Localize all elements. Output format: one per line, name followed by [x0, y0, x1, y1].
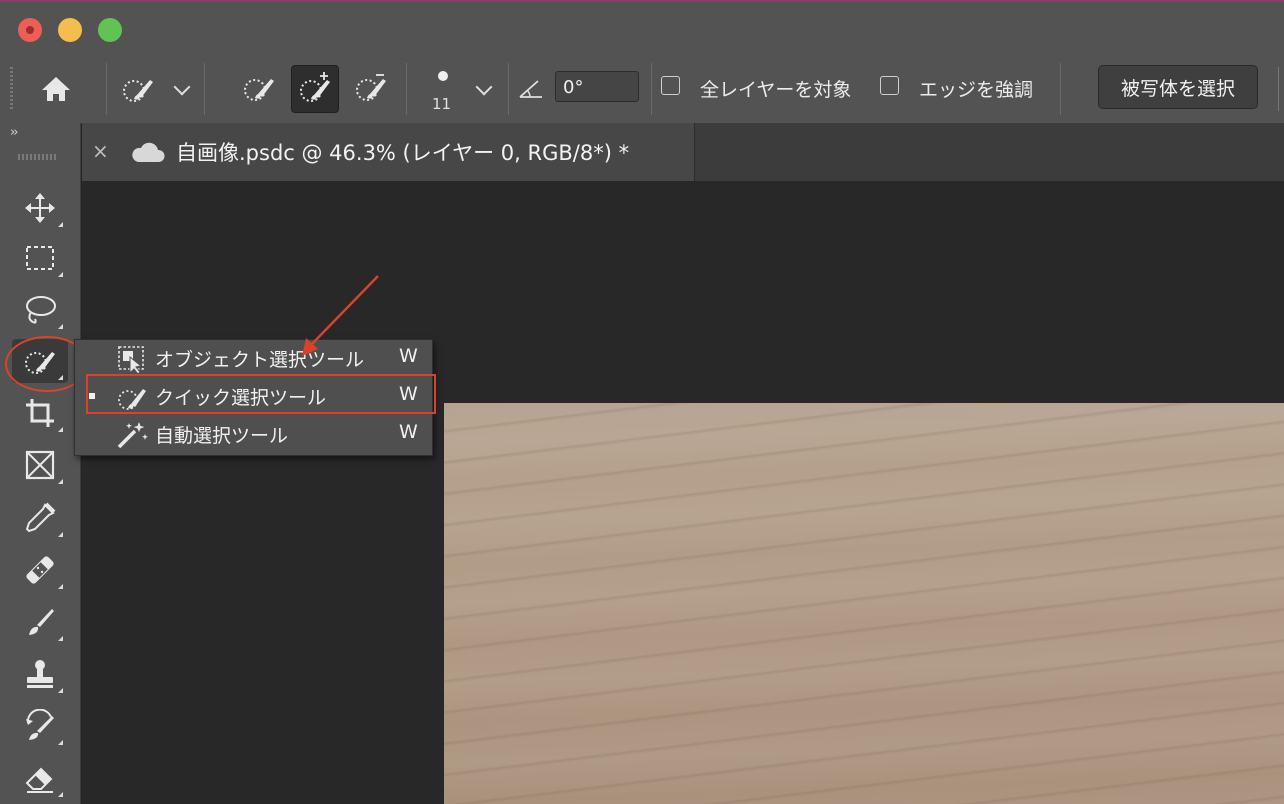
subtract-from-selection-mode-button[interactable] [348, 65, 394, 111]
tools-panel: ›› [0, 123, 81, 804]
healing-brush-tool[interactable] [12, 548, 68, 592]
object-selection-icon [118, 346, 144, 374]
cloud-icon [132, 142, 165, 162]
angle-input[interactable]: 0° [555, 71, 639, 102]
options-separator [1278, 67, 1279, 111]
quick-selection-tool[interactable] [12, 339, 68, 383]
magic-wand-icon [117, 422, 148, 449]
minimize-window-button[interactable] [58, 18, 82, 42]
add-selection-icon [300, 72, 330, 102]
options-separator [1060, 63, 1061, 115]
tools-panel-grip[interactable] [18, 154, 58, 160]
sample-all-layers-label: 全レイヤーを対象 [700, 79, 852, 101]
sample-all-layers-checkbox[interactable] [661, 76, 680, 95]
brush-icon [29, 609, 54, 635]
lasso-icon [26, 296, 56, 324]
frame-tool[interactable] [12, 443, 68, 487]
zoom-window-button[interactable] [98, 18, 122, 42]
quick-selection-icon [118, 389, 146, 410]
clone-stamp-tool[interactable] [12, 652, 68, 696]
flyout-item-quick-selection[interactable]: クイック選択ツール W [75, 378, 432, 416]
new-selection-icon [244, 79, 274, 101]
document-title: 自画像.psdc @ 46.3% (レイヤー 0, RGB/8*) * [176, 141, 630, 165]
flyout-item-shortcut: W [399, 383, 418, 405]
stamp-icon [27, 660, 53, 688]
brush-tool[interactable] [12, 600, 68, 644]
options-separator [106, 63, 107, 115]
eyedropper-icon [25, 502, 56, 533]
flyout-item-magic-wand[interactable]: 自動選択ツール W [75, 416, 432, 454]
window-title-bar [0, 0, 1284, 55]
crop-icon [26, 399, 54, 427]
flyout-item-label: 自動選択ツール [155, 425, 289, 447]
chevron-down-icon[interactable] [173, 78, 191, 96]
history-brush-tool[interactable] [12, 704, 68, 748]
close-window-button[interactable] [18, 18, 42, 42]
select-subject-button[interactable]: 被写体を選択 [1098, 65, 1258, 109]
history-brush-icon [26, 709, 54, 740]
angle-icon [519, 80, 542, 98]
brush-tip-preview[interactable] [438, 71, 448, 81]
lasso-tool[interactable] [12, 288, 68, 332]
quick-selection-icon [25, 352, 55, 374]
annotation-arrow [302, 275, 379, 356]
options-bar-grip[interactable] [10, 67, 13, 111]
options-separator [406, 63, 407, 115]
options-bar: 11 0° 全レイヤーを対象 エッジを強調 被写体を選択 [0, 55, 1284, 124]
eraser-icon [25, 767, 53, 793]
document-image[interactable] [444, 403, 1284, 804]
frame-icon [25, 450, 55, 480]
subtract-selection-icon [356, 74, 386, 101]
home-icon [42, 77, 70, 101]
current-tool-marker [89, 393, 95, 399]
eraser-tool[interactable] [12, 756, 68, 800]
flyout-item-shortcut: W [399, 421, 418, 443]
collapse-panel-icon[interactable]: ›› [10, 125, 19, 140]
document-tab[interactable]: × 自画像.psdc @ 46.3% (レイヤー 0, RGB/8*) * [82, 123, 695, 181]
new-selection-mode-button[interactable] [236, 65, 282, 111]
add-to-selection-mode-button[interactable] [291, 65, 339, 113]
options-separator [508, 63, 509, 115]
tab-close-icon[interactable]: × [92, 139, 109, 163]
enhance-edge-checkbox[interactable] [880, 76, 899, 95]
flyout-item-shortcut: W [399, 345, 418, 367]
tool-preset-picker[interactable] [118, 67, 158, 111]
home-button[interactable] [34, 69, 78, 109]
eyedropper-tool[interactable] [12, 496, 68, 540]
marquee-tool[interactable] [12, 236, 68, 280]
quick-selection-icon [123, 80, 153, 102]
brush-picker-chevron-down-icon[interactable] [475, 78, 493, 96]
move-icon [25, 193, 55, 223]
crop-tool[interactable] [12, 391, 68, 435]
options-separator [204, 63, 205, 115]
move-tool[interactable] [12, 186, 68, 230]
options-separator [651, 63, 652, 115]
bandage-icon [26, 556, 54, 584]
enhance-edge-label: エッジを強調 [919, 79, 1034, 101]
brush-size-value: 11 [432, 95, 452, 113]
document-tab-bar: × 自画像.psdc @ 46.3% (レイヤー 0, RGB/8*) * [82, 123, 1284, 181]
rect-marquee-icon [26, 246, 54, 270]
flyout-item-label: クイック選択ツール [155, 387, 327, 409]
